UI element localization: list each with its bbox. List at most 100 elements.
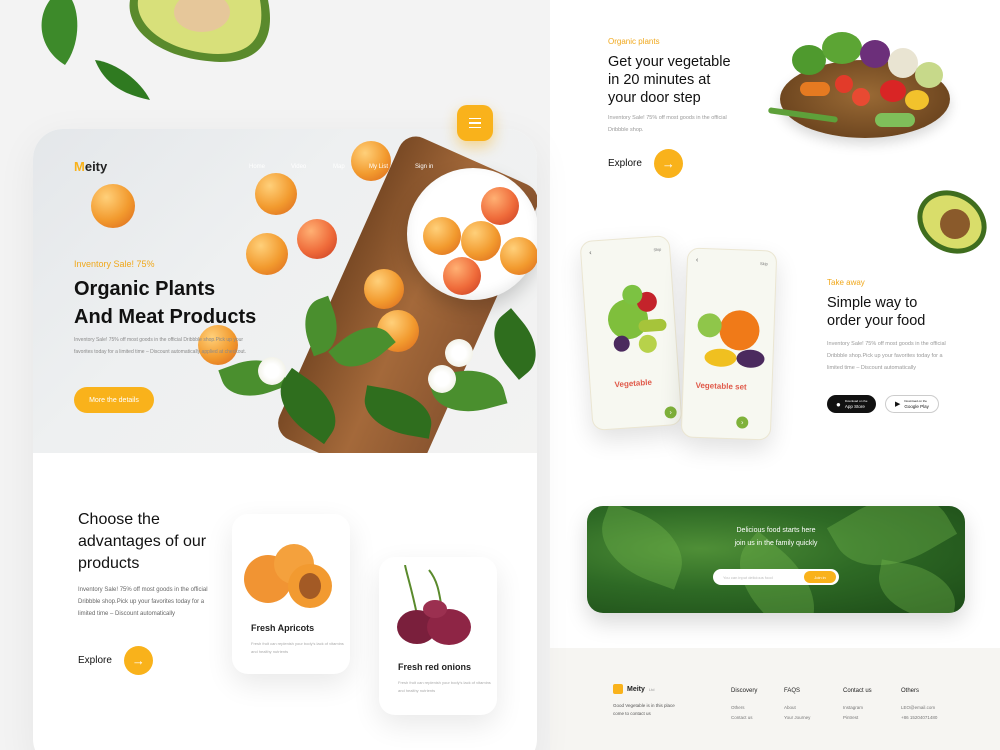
- flower-image: [445, 339, 473, 367]
- logo-text: eity: [84, 159, 108, 174]
- footer-link[interactable]: Instagram: [843, 703, 872, 713]
- footer-link[interactable]: +86 15204071480: [901, 713, 937, 723]
- apricot-image: [351, 141, 391, 181]
- product-description: Fresh fruit can replenish your body's la…: [251, 641, 344, 654]
- organic-title-line: your door step: [608, 90, 701, 106]
- explore-label: Explore: [608, 158, 642, 169]
- google-play-button[interactable]: ▶ Download on the Google Play: [885, 395, 939, 413]
- footer-link[interactable]: Contact us: [731, 713, 757, 723]
- product-card-onions[interactable]: Fresh red onions Fresh fruit can repleni…: [379, 557, 497, 715]
- onion-shape: [423, 600, 447, 618]
- skip-link[interactable]: Skip: [760, 261, 768, 266]
- footer-link[interactable]: Others: [731, 703, 757, 713]
- onion-stem: [404, 565, 418, 616]
- apricot-image: [500, 237, 537, 275]
- phone-label: Vegetable set: [695, 380, 747, 392]
- back-icon[interactable]: ‹: [696, 257, 699, 264]
- explore-link[interactable]: Explore →: [608, 149, 683, 178]
- footer-link[interactable]: Your Journey: [784, 713, 810, 723]
- flower-image: [428, 365, 456, 393]
- avocado-pit: [940, 209, 970, 239]
- nav-home[interactable]: Home: [249, 164, 291, 170]
- vegetable-shape: [852, 88, 870, 106]
- back-icon[interactable]: ‹: [589, 250, 592, 257]
- apple-icon: ●: [836, 399, 841, 409]
- apricot-pit: [299, 573, 321, 599]
- footer-column-faqs: FAQS About Your Journey: [784, 688, 810, 723]
- takeaway-description: Inventory Sale! 75% off most goods in th…: [827, 341, 946, 371]
- next-icon[interactable]: ›: [736, 416, 749, 429]
- newsletter-line: join us in the family quickly: [734, 540, 818, 547]
- hero-tag: Inventory Sale! 75%: [74, 259, 155, 269]
- logo-icon: [613, 684, 623, 694]
- more-details-button[interactable]: More the details: [74, 387, 154, 413]
- menu-button[interactable]: [457, 105, 493, 141]
- advantages-description: Inventory Sale! 75% off most goods in th…: [78, 587, 208, 617]
- product-card-apricots[interactable]: Fresh Apricots Fresh fruit can replenish…: [232, 514, 350, 674]
- phone-label: Vegetable: [614, 377, 653, 390]
- footer-column-discovery: Discovery Others Contact us: [731, 688, 757, 723]
- advantages-title: Choose the advantages of our products: [78, 511, 207, 572]
- vegetable-shape: [905, 90, 929, 110]
- onions-image: [397, 565, 471, 645]
- vegetable-shape: [860, 40, 890, 68]
- vegetable-shape: [875, 113, 915, 127]
- footer-link[interactable]: Pintrest: [843, 713, 872, 723]
- pumpkin-shape: [719, 310, 760, 351]
- product-description: Fresh fruit can replenish your body's la…: [398, 680, 491, 693]
- hamburger-icon-line: [469, 122, 481, 124]
- app-screen-vegetable: ‹ Skip Vegetable ›: [579, 235, 683, 431]
- main-card: Meity Home Video Map My List Sign in Inv…: [33, 129, 537, 750]
- newsletter-line: Delicious food starts here: [736, 527, 816, 534]
- apricot-image: [364, 269, 404, 309]
- nav-video[interactable]: Video: [291, 164, 333, 170]
- footer-logo[interactable]: Meity Ltd: [613, 684, 654, 694]
- vegetable-shape: [835, 75, 853, 93]
- join-button[interactable]: Join in: [804, 571, 836, 583]
- hero-title: Organic Plants And Meat Products: [74, 275, 334, 331]
- avocado-half-image: [917, 190, 987, 254]
- arrow-right-icon[interactable]: →: [123, 646, 153, 675]
- hero-banner: Meity Home Video Map My List Sign in Inv…: [33, 129, 537, 453]
- grape-shape: [638, 334, 657, 353]
- takeaway-title-line: order your food: [827, 313, 926, 329]
- apricot-image: [297, 219, 337, 259]
- newsletter-banner: Delicious food starts here join us in th…: [587, 506, 965, 613]
- skip-link[interactable]: Skip: [653, 247, 661, 253]
- arrow-right-icon[interactable]: →: [653, 149, 683, 178]
- vegetable-set-image: [697, 310, 765, 368]
- footer-column-contact: Contact us Instagram Pintrest: [843, 688, 872, 723]
- nav-map[interactable]: Map: [333, 164, 369, 170]
- next-icon[interactable]: ›: [664, 406, 678, 419]
- app-screen-vegetable-set: ‹ Skip Vegetable set ›: [680, 247, 778, 441]
- apricot-image: [443, 257, 481, 295]
- app-store-label: App Store: [844, 404, 865, 409]
- takeaway-title-line: Simple way to: [827, 295, 918, 311]
- leaf-image: [873, 559, 961, 613]
- pepper-shape: [704, 348, 737, 367]
- organic-title-line: in 20 minutes at: [608, 72, 711, 88]
- hamburger-icon-line: [469, 126, 481, 129]
- leaf-shape: [41, 0, 78, 65]
- leaf-image: [589, 506, 695, 590]
- footer-heading: Others: [901, 688, 920, 694]
- app-store-button[interactable]: ● Download on the App Store: [827, 395, 877, 413]
- footer-link[interactable]: LEO@email.com: [901, 703, 937, 713]
- nav-sign-in[interactable]: Sign in: [415, 164, 433, 170]
- avocado-image: [41, 0, 270, 100]
- vegetable-shape: [880, 80, 906, 102]
- footer-heading: Contact us: [843, 688, 872, 694]
- vegetable-shape: [822, 32, 862, 64]
- organic-description: Inventory Sale! 75% off most goods in th…: [608, 115, 727, 133]
- footer-heading: Discovery: [731, 688, 758, 694]
- nav-my-list[interactable]: My List: [369, 164, 415, 170]
- explore-link[interactable]: Explore →: [78, 646, 153, 675]
- hero-title-line: And Meat Products: [74, 306, 257, 328]
- footer-logo-text: Meity: [627, 685, 645, 693]
- footer-link[interactable]: About: [784, 703, 810, 713]
- product-name: Fresh Apricots: [251, 623, 315, 633]
- takeaway-title: Simple way to order your food: [827, 294, 977, 330]
- google-play-label: Google Play: [904, 404, 929, 409]
- cabbage-shape: [697, 313, 722, 338]
- brand-logo[interactable]: Meity: [74, 159, 107, 174]
